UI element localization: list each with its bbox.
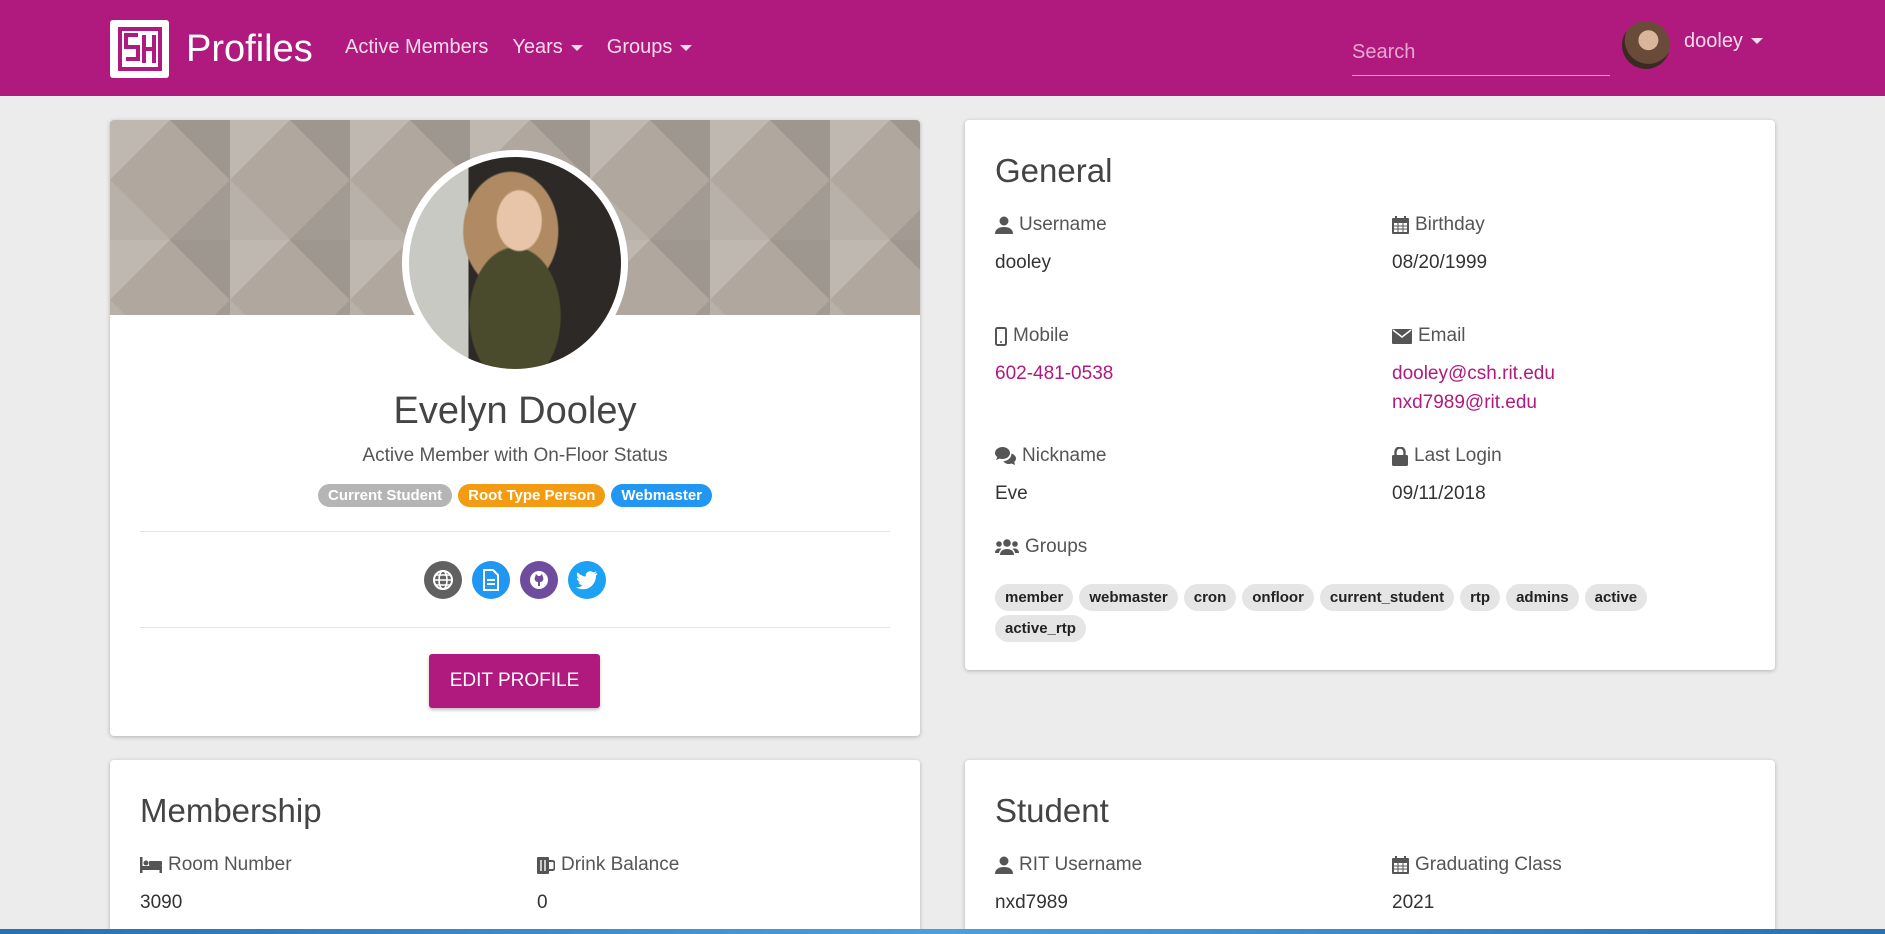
group-chips: member webmaster cron onfloor current_st… bbox=[995, 584, 1715, 646]
room-label: Room Number bbox=[140, 854, 292, 876]
envelope-icon bbox=[1392, 328, 1412, 344]
label-text: Birthday bbox=[1415, 214, 1485, 235]
avatar bbox=[1622, 21, 1670, 69]
general-card: General Username dooley Birthday 08/20/1… bbox=[965, 120, 1775, 670]
brand-title: Profiles bbox=[186, 27, 313, 70]
comments-icon bbox=[995, 447, 1016, 465]
label-text: Nickname bbox=[1022, 445, 1107, 466]
globe-icon[interactable] bbox=[424, 561, 462, 599]
lock-icon bbox=[1392, 446, 1408, 466]
group-chip[interactable]: rtp bbox=[1460, 584, 1501, 611]
card-title: General bbox=[995, 152, 1113, 189]
nav-links: Active Members Years Groups bbox=[345, 36, 716, 59]
mobile-icon bbox=[995, 326, 1007, 346]
nickname-label: Nickname bbox=[995, 445, 1106, 467]
room-value: 3090 bbox=[140, 892, 183, 913]
email-link-secondary[interactable]: nxd7989@rit.edu bbox=[1392, 392, 1537, 414]
label-text: Graduating Class bbox=[1415, 854, 1562, 875]
group-chip[interactable]: member bbox=[995, 584, 1074, 611]
group-chip[interactable]: active bbox=[1584, 584, 1648, 611]
birthday-label: Birthday bbox=[1392, 214, 1485, 236]
badge-rtp: Root Type Person bbox=[458, 484, 606, 507]
beer-mug-icon bbox=[537, 856, 555, 874]
user-icon bbox=[995, 856, 1013, 874]
email-label: Email bbox=[1392, 325, 1466, 347]
calendar-icon bbox=[1392, 856, 1409, 874]
graduating-class-label: Graduating Class bbox=[1392, 854, 1562, 876]
profile-name: Evelyn Dooley bbox=[393, 390, 637, 432]
social-links bbox=[110, 561, 920, 599]
csh-logo-icon bbox=[110, 20, 169, 78]
top-navbar: Profiles Active Members Years Groups doo… bbox=[0, 0, 1885, 96]
nav-active-members[interactable]: Active Members bbox=[345, 36, 488, 59]
label-text: Groups bbox=[1025, 536, 1088, 557]
label-text: Username bbox=[1019, 214, 1107, 235]
calendar-icon bbox=[1392, 216, 1409, 234]
label-text: RIT Username bbox=[1019, 854, 1143, 875]
document-icon[interactable] bbox=[472, 561, 510, 599]
last-login-label: Last Login bbox=[1392, 445, 1502, 467]
label-text: Room Number bbox=[168, 854, 292, 875]
user-icon bbox=[995, 216, 1013, 234]
label-text: Mobile bbox=[1013, 325, 1069, 346]
profile-card: Evelyn Dooley Active Member with On-Floo… bbox=[110, 120, 920, 736]
badge-list: Current Student Root Type Person Webmast… bbox=[110, 484, 920, 507]
bed-icon bbox=[140, 857, 162, 873]
group-chip[interactable]: current_student bbox=[1319, 584, 1455, 611]
drink-balance-value: 0 bbox=[537, 892, 548, 913]
graduating-class-value: 2021 bbox=[1392, 892, 1435, 913]
taskbar-edge bbox=[0, 929, 1885, 934]
card-title: Membership bbox=[140, 792, 322, 829]
profile-status: Active Member with On-Floor Status bbox=[362, 445, 668, 466]
divider bbox=[140, 531, 890, 532]
label-text: Last Login bbox=[1414, 445, 1502, 466]
username-label: Username bbox=[995, 214, 1107, 236]
brand[interactable]: Profiles bbox=[110, 20, 313, 78]
users-icon bbox=[995, 539, 1019, 555]
profile-avatar bbox=[402, 150, 628, 376]
nav-years-dropdown[interactable]: Years bbox=[512, 36, 583, 59]
mobile-link[interactable]: 602-481-0538 bbox=[995, 363, 1113, 385]
badge-webmaster: Webmaster bbox=[611, 484, 712, 507]
search-input[interactable] bbox=[1352, 30, 1610, 76]
nav-link-label: Active Members bbox=[345, 36, 489, 58]
nav-link-label: Years bbox=[512, 36, 563, 58]
label-text: Email bbox=[1418, 325, 1466, 346]
username-value: dooley bbox=[995, 252, 1051, 273]
github-icon[interactable] bbox=[520, 561, 558, 599]
rit-username-value: nxd7989 bbox=[995, 892, 1068, 913]
badge-current-student: Current Student bbox=[317, 484, 453, 507]
drink-balance-label: Drink Balance bbox=[537, 854, 679, 876]
group-chip[interactable]: onfloor bbox=[1242, 584, 1314, 611]
edit-profile-button[interactable]: EDIT PROFILE bbox=[429, 654, 600, 708]
user-name: dooley bbox=[1684, 29, 1743, 52]
group-chip[interactable]: cron bbox=[1183, 584, 1237, 611]
group-chip[interactable]: admins bbox=[1506, 584, 1579, 611]
user-menu[interactable]: dooley bbox=[1622, 21, 1763, 69]
mobile-label: Mobile bbox=[995, 325, 1069, 347]
student-card: Student RIT Username nxd7989 Graduating … bbox=[965, 760, 1775, 934]
nav-link-label: Groups bbox=[606, 36, 673, 58]
card-title: Student bbox=[995, 792, 1109, 829]
twitter-icon[interactable] bbox=[568, 561, 606, 599]
caret-down-icon bbox=[680, 44, 693, 51]
birthday-value: 08/20/1999 bbox=[1392, 252, 1488, 273]
caret-down-icon bbox=[1750, 38, 1763, 44]
label-text: Drink Balance bbox=[561, 854, 680, 875]
group-chip[interactable]: webmaster bbox=[1079, 584, 1178, 611]
email-link-primary[interactable]: dooley@csh.rit.edu bbox=[1392, 363, 1555, 385]
nickname-value: Eve bbox=[995, 483, 1028, 504]
caret-down-icon bbox=[570, 44, 583, 51]
group-chip[interactable]: active_rtp bbox=[995, 615, 1086, 642]
rit-username-label: RIT Username bbox=[995, 854, 1142, 876]
groups-label: Groups bbox=[995, 536, 1087, 558]
divider bbox=[140, 627, 890, 628]
last-login-value: 09/11/2018 bbox=[1392, 483, 1486, 504]
membership-card: Membership Room Number 3090 Drink Balanc… bbox=[110, 760, 920, 934]
nav-groups-dropdown[interactable]: Groups bbox=[607, 36, 693, 59]
